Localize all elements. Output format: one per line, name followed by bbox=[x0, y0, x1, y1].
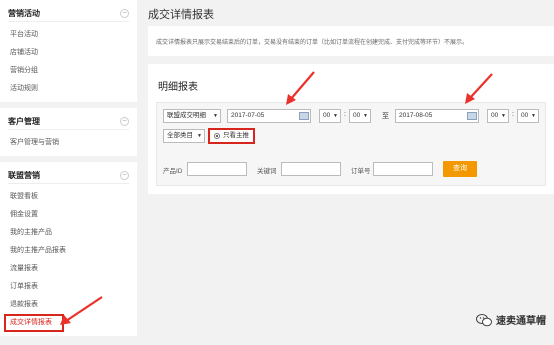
only-promoted-label: 只看主推 bbox=[223, 132, 249, 139]
sidebar-item-activity-rules[interactable]: 活动规则 bbox=[8, 80, 129, 98]
page-note: 成交详情报表只展示交易结束后的订单，交易没有结束的订单（比如订单流程在创建完成、… bbox=[148, 26, 554, 56]
collapse-icon[interactable]: − bbox=[120, 9, 129, 18]
sidebar-item-platform-activity[interactable]: 平台活动 bbox=[8, 26, 129, 44]
chevron-down-icon: ▼ bbox=[197, 133, 202, 139]
sidebar-item-transaction-detail-report[interactable]: 成交详情报表 bbox=[4, 314, 64, 332]
page-title: 成交详情报表 bbox=[148, 9, 214, 21]
collapse-icon[interactable]: − bbox=[120, 171, 129, 180]
start-date-input[interactable]: 2017-07-05 bbox=[227, 109, 311, 123]
start-hour-value: 00 bbox=[323, 112, 331, 119]
radio-icon[interactable] bbox=[214, 133, 220, 139]
order-no-input[interactable] bbox=[373, 162, 433, 176]
chevron-down-icon: ▼ bbox=[531, 113, 536, 119]
sidebar-group-title: 营销活动 bbox=[8, 9, 40, 18]
start-minute-value: 00 bbox=[353, 112, 361, 119]
watermark-text: 速卖通草帽 bbox=[496, 316, 546, 327]
watermark: 速卖通草帽 bbox=[476, 312, 546, 327]
filter-box: 联盟成交明细 ▼ 2017-07-05 00 ▼ : 00 ▼ 至 2017-0… bbox=[156, 102, 546, 186]
date-range-to-label: 至 bbox=[382, 113, 389, 120]
sidebar-item-commission-settings[interactable]: 佣金设置 bbox=[8, 206, 129, 224]
keyword-input[interactable] bbox=[281, 162, 341, 176]
report-type-value: 联盟成交明细 bbox=[167, 112, 206, 119]
end-minute-value: 00 bbox=[521, 112, 529, 119]
calendar-icon[interactable] bbox=[467, 112, 477, 120]
sidebar-item-promoted-products-report[interactable]: 我的主推产品报表 bbox=[8, 242, 129, 260]
end-hour-value: 00 bbox=[491, 112, 499, 119]
annotation-arrow-end-date bbox=[465, 73, 493, 104]
chevron-down-icon: ▼ bbox=[363, 113, 368, 119]
product-id-input[interactable] bbox=[187, 162, 247, 176]
sidebar-group-customers: 客户管理 − 客户管理与营销 bbox=[0, 108, 137, 156]
start-date-value: 2017-07-05 bbox=[231, 112, 265, 119]
sidebar-item-traffic-report[interactable]: 流量报表 bbox=[8, 260, 129, 278]
category-select[interactable]: 全部类目 ▼ bbox=[163, 129, 205, 143]
panel-title: 明细报表 bbox=[158, 82, 198, 93]
start-hour-select[interactable]: 00 ▼ bbox=[319, 109, 341, 123]
end-hour-select[interactable]: 00 ▼ bbox=[487, 109, 509, 123]
sidebar-group-title: 客户管理 bbox=[8, 117, 40, 126]
annotation-arrow-start-date bbox=[286, 71, 315, 105]
order-no-label: 订单号 bbox=[351, 168, 371, 175]
query-button[interactable]: 查询 bbox=[443, 161, 477, 177]
sidebar-item-my-promoted-products[interactable]: 我的主推产品 bbox=[8, 224, 129, 242]
sidebar-item-store-activity[interactable]: 店铺活动 bbox=[8, 44, 129, 62]
chevron-down-icon: ▼ bbox=[501, 113, 506, 119]
product-id-label: 产品ID bbox=[163, 168, 183, 175]
annotation-arrow-sidebar bbox=[60, 296, 103, 325]
sidebar-item-customer-marketing[interactable]: 客户管理与营销 bbox=[8, 134, 129, 152]
end-date-input[interactable]: 2017-08-05 bbox=[395, 109, 479, 123]
sidebar-group-header[interactable]: 营销活动 − bbox=[8, 6, 129, 22]
time-colon: : bbox=[512, 111, 514, 118]
only-promoted-radio[interactable]: 只看主推 bbox=[208, 128, 255, 144]
chevron-down-icon: ▼ bbox=[333, 113, 338, 119]
end-date-value: 2017-08-05 bbox=[399, 112, 433, 119]
start-minute-select[interactable]: 00 ▼ bbox=[349, 109, 371, 123]
sidebar-item-affiliate-dashboard[interactable]: 联盟看板 bbox=[8, 188, 129, 206]
collapse-icon[interactable]: − bbox=[120, 117, 129, 126]
category-value: 全部类目 bbox=[167, 132, 193, 139]
end-minute-select[interactable]: 00 ▼ bbox=[517, 109, 539, 123]
report-type-select[interactable]: 联盟成交明细 ▼ bbox=[163, 109, 221, 123]
main-content: 成交详情报表 成交详情报表只展示交易结束后的订单，交易没有结束的订单（比如订单流… bbox=[144, 0, 554, 345]
chevron-down-icon: ▼ bbox=[213, 113, 218, 119]
sidebar-group-header[interactable]: 联盟营销 − bbox=[8, 168, 129, 184]
sidebar-item-marketing-group[interactable]: 营销分组 bbox=[8, 62, 129, 80]
calendar-icon[interactable] bbox=[299, 112, 309, 120]
sidebar-group-header[interactable]: 客户管理 − bbox=[8, 114, 129, 130]
sidebar-group-marketing: 营销活动 − 平台活动 店铺活动 营销分组 活动规则 bbox=[0, 0, 137, 102]
keyword-label: 关键词 bbox=[257, 168, 277, 175]
wechat-icon bbox=[476, 313, 492, 326]
time-colon: : bbox=[344, 111, 346, 118]
sidebar-group-title: 联盟营销 bbox=[8, 171, 40, 180]
